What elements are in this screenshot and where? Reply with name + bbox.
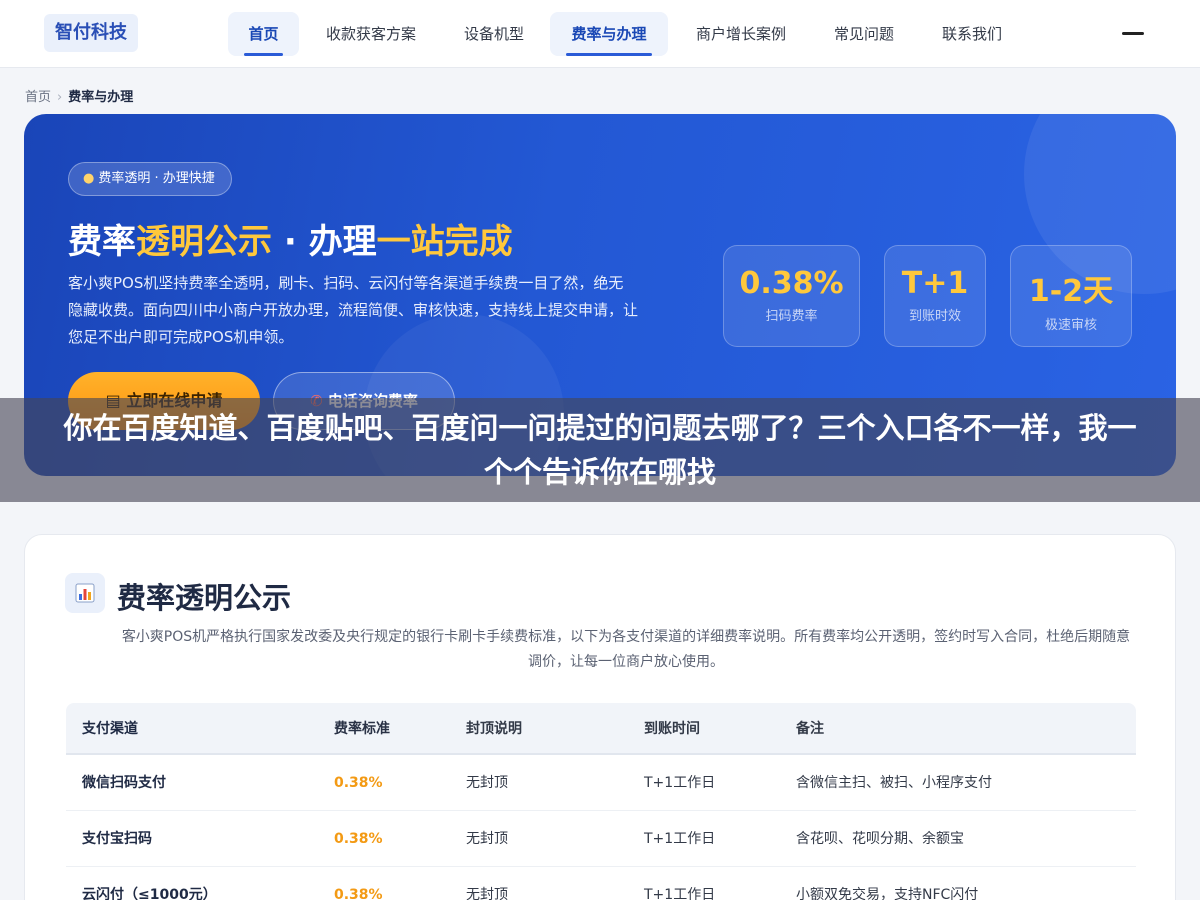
hero-title-highlight: 透明公示 xyxy=(136,222,272,262)
lightbulb-icon: ● xyxy=(83,171,95,186)
table-cell: T+1工作日 xyxy=(644,775,716,791)
table-row: 云闪付（≤1000元） 0.38% 无封顶 T+1工作日 小额双免交易，支持NF… xyxy=(66,867,1136,900)
section-description: 客小爽POS机严格执行国家发改委及央行规定的银行卡刷卡手续费标准，以下为各支付渠… xyxy=(121,629,1131,670)
stat-value: T+1 xyxy=(901,266,969,301)
table-header-row: 支付渠道 费率标准 封顶说明 到账时间 备注 xyxy=(66,703,1136,755)
table-cell: 0.38% xyxy=(334,831,383,847)
table-row: 支付宝扫码 0.38% 无封顶 T+1工作日 含花呗、花呗分期、余额宝 xyxy=(66,811,1136,867)
hero-badge: ● 费率透明 · 办理快捷 xyxy=(68,162,232,196)
rate-disclosure-card: 费率透明公示 客小爽POS机严格执行国家发改委及央行规定的银行卡刷卡手续费标准，… xyxy=(24,534,1176,900)
table-header-cell: 到账时间 xyxy=(644,721,700,737)
table-cell: 无封顶 xyxy=(466,831,508,847)
table-cell: 0.38% xyxy=(334,775,383,791)
caption-overlay: 你在百度知道、百度贴吧、百度问一问提过的问题去哪了？三个入口各不一样，我一个个告… xyxy=(0,398,1200,502)
table-cell: 含花呗、花呗分期、余额宝 xyxy=(796,831,964,847)
hero-title-part: · 办理 xyxy=(272,222,377,262)
table-cell: 含微信主扫、被扫、小程序支付 xyxy=(796,775,992,791)
table-cell: 无封顶 xyxy=(466,775,508,791)
table-cell: 云闪付（≤1000元） xyxy=(82,887,217,900)
hero-title-highlight: 一站完成 xyxy=(376,222,513,262)
nav-item-cases[interactable]: 商户增长案例 xyxy=(688,12,794,56)
table-cell: 小额双免交易，支持NFC闪付 xyxy=(796,887,979,900)
table-row: 微信扫码支付 0.38% 无封顶 T+1工作日 含微信主扫、被扫、小程序支付 xyxy=(66,755,1136,811)
nav-item-faq[interactable]: 常见问题 xyxy=(826,12,902,56)
stat-label: 极速审核 xyxy=(1044,318,1097,333)
menu-icon[interactable] xyxy=(1122,32,1144,35)
bar-chart-icon xyxy=(65,573,105,613)
hero-badge-text: 费率透明 · 办理快捷 xyxy=(98,171,215,186)
rate-table: 支付渠道 费率标准 封顶说明 到账时间 备注 微信扫码支付 0.38% 无封顶 … xyxy=(66,703,1136,900)
stat-value: 0.38% xyxy=(739,266,844,301)
table-cell: T+1工作日 xyxy=(644,831,716,847)
stat-label: 到账时效 xyxy=(908,309,961,324)
table-cell: 支付宝扫码 xyxy=(82,831,152,847)
hero-title: 费率透明公示 · 办理一站完成 xyxy=(68,214,513,263)
table-cell: 0.38% xyxy=(334,887,383,900)
nav-item-contact[interactable]: 联系我们 xyxy=(934,12,1010,56)
stat-card-rate: 0.38% 扫码费率 xyxy=(723,245,860,347)
table-header-cell: 支付渠道 xyxy=(82,721,138,737)
nav-item-devices[interactable]: 设备机型 xyxy=(454,12,534,56)
brand-logo[interactable]: 智付科技 xyxy=(44,14,138,52)
stat-card-settlement: T+1 到账时效 xyxy=(884,245,986,347)
chevron-right-icon: › xyxy=(57,90,63,105)
breadcrumb-current: 费率与办理 xyxy=(68,90,134,105)
breadcrumb: 首页 › 费率与办理 xyxy=(25,86,133,105)
hero-description: 客小爽POS机坚持费率全透明，刷卡、扫码、云闪付等各渠道手续费一目了然，绝无隐藏… xyxy=(68,274,639,346)
nav-item-home[interactable]: 首页 xyxy=(228,12,299,56)
table-header-cell: 费率标准 xyxy=(334,721,390,737)
table-header-cell: 封顶说明 xyxy=(466,721,522,737)
hero-title-part: 费率 xyxy=(68,222,136,262)
top-nav: 智付科技 首页 收款获客方案 设备机型 费率与办理 商户增长案例 常见问题 联系… xyxy=(0,0,1200,68)
table-cell: T+1工作日 xyxy=(644,887,716,900)
table-cell: 微信扫码支付 xyxy=(82,775,166,791)
stat-card-review: 1-2天 极速审核 xyxy=(1010,245,1132,347)
table-cell: 无封顶 xyxy=(466,887,508,900)
stat-label: 扫码费率 xyxy=(765,309,818,324)
nav-item-rates[interactable]: 费率与办理 xyxy=(550,12,668,56)
section-title: 费率透明公示 xyxy=(117,581,292,615)
stat-value: 1-2天 xyxy=(1028,274,1114,309)
nav-item-solutions[interactable]: 收款获客方案 xyxy=(318,12,424,56)
table-header-cell: 备注 xyxy=(796,721,824,737)
breadcrumb-home[interactable]: 首页 xyxy=(25,90,51,105)
